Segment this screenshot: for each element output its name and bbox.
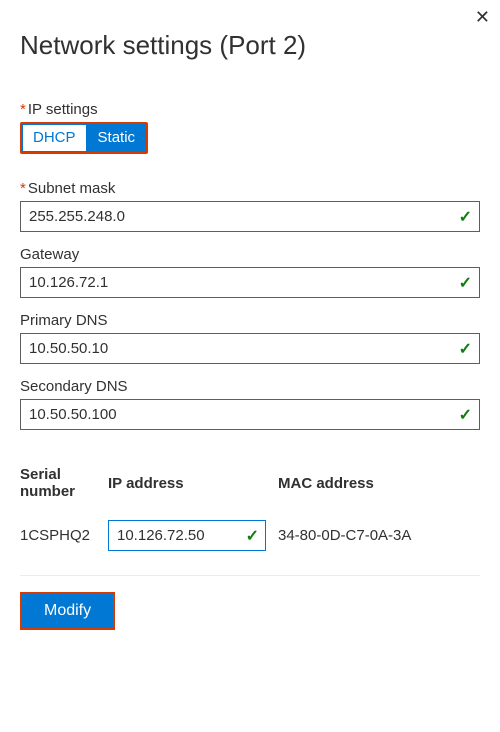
- subnet-input[interactable]: [20, 201, 480, 232]
- subnet-label: *Subnet mask: [20, 180, 480, 197]
- primary-dns-label: Primary DNS: [20, 312, 480, 329]
- cell-ip-wrap: 10.126.72.50 ✓: [108, 520, 278, 551]
- gateway-group: Gateway ✓: [20, 246, 480, 298]
- check-icon: ✓: [246, 526, 259, 546]
- secondary-dns-label: Secondary DNS: [20, 378, 480, 395]
- gateway-input[interactable]: [20, 267, 480, 298]
- cell-ip[interactable]: 10.126.72.50 ✓: [108, 520, 266, 551]
- device-table: Serial number IP address MAC address 1CS…: [20, 466, 480, 551]
- subnet-group: *Subnet mask ✓: [20, 180, 480, 232]
- divider: [20, 575, 480, 576]
- ip-settings-label-text: IP settings: [28, 101, 98, 118]
- check-icon: ✓: [459, 339, 472, 359]
- secondary-dns-group: Secondary DNS ✓: [20, 378, 480, 430]
- header-serial: Serial number: [20, 466, 108, 500]
- header-ip: IP address: [108, 475, 278, 492]
- ip-settings-label: *IP settings: [20, 101, 480, 118]
- header-mac: MAC address: [278, 475, 480, 492]
- static-button[interactable]: Static: [87, 124, 147, 152]
- ip-settings-toggle: DHCP Static: [20, 122, 148, 154]
- subnet-label-text: Subnet mask: [28, 180, 116, 197]
- table-row: 1CSPHQ2 10.126.72.50 ✓ 34-80-0D-C7-0A-3A: [20, 520, 480, 551]
- close-icon[interactable]: ✕: [475, 8, 490, 26]
- modify-button[interactable]: Modify: [20, 592, 115, 630]
- dhcp-button[interactable]: DHCP: [22, 124, 87, 152]
- ip-settings-group: *IP settings DHCP Static: [20, 101, 480, 154]
- table-header-row: Serial number IP address MAC address: [20, 466, 480, 500]
- cell-serial: 1CSPHQ2: [20, 527, 108, 544]
- required-marker: *: [20, 180, 26, 197]
- secondary-dns-input[interactable]: [20, 399, 480, 430]
- page-title: Network settings (Port 2): [20, 30, 480, 61]
- cell-mac: 34-80-0D-C7-0A-3A: [278, 527, 480, 544]
- check-icon: ✓: [459, 273, 472, 293]
- cell-ip-value: 10.126.72.50: [117, 527, 205, 544]
- gateway-label: Gateway: [20, 246, 480, 263]
- check-icon: ✓: [459, 207, 472, 227]
- required-marker: *: [20, 101, 26, 118]
- check-icon: ✓: [459, 405, 472, 425]
- primary-dns-group: Primary DNS ✓: [20, 312, 480, 364]
- primary-dns-input[interactable]: [20, 333, 480, 364]
